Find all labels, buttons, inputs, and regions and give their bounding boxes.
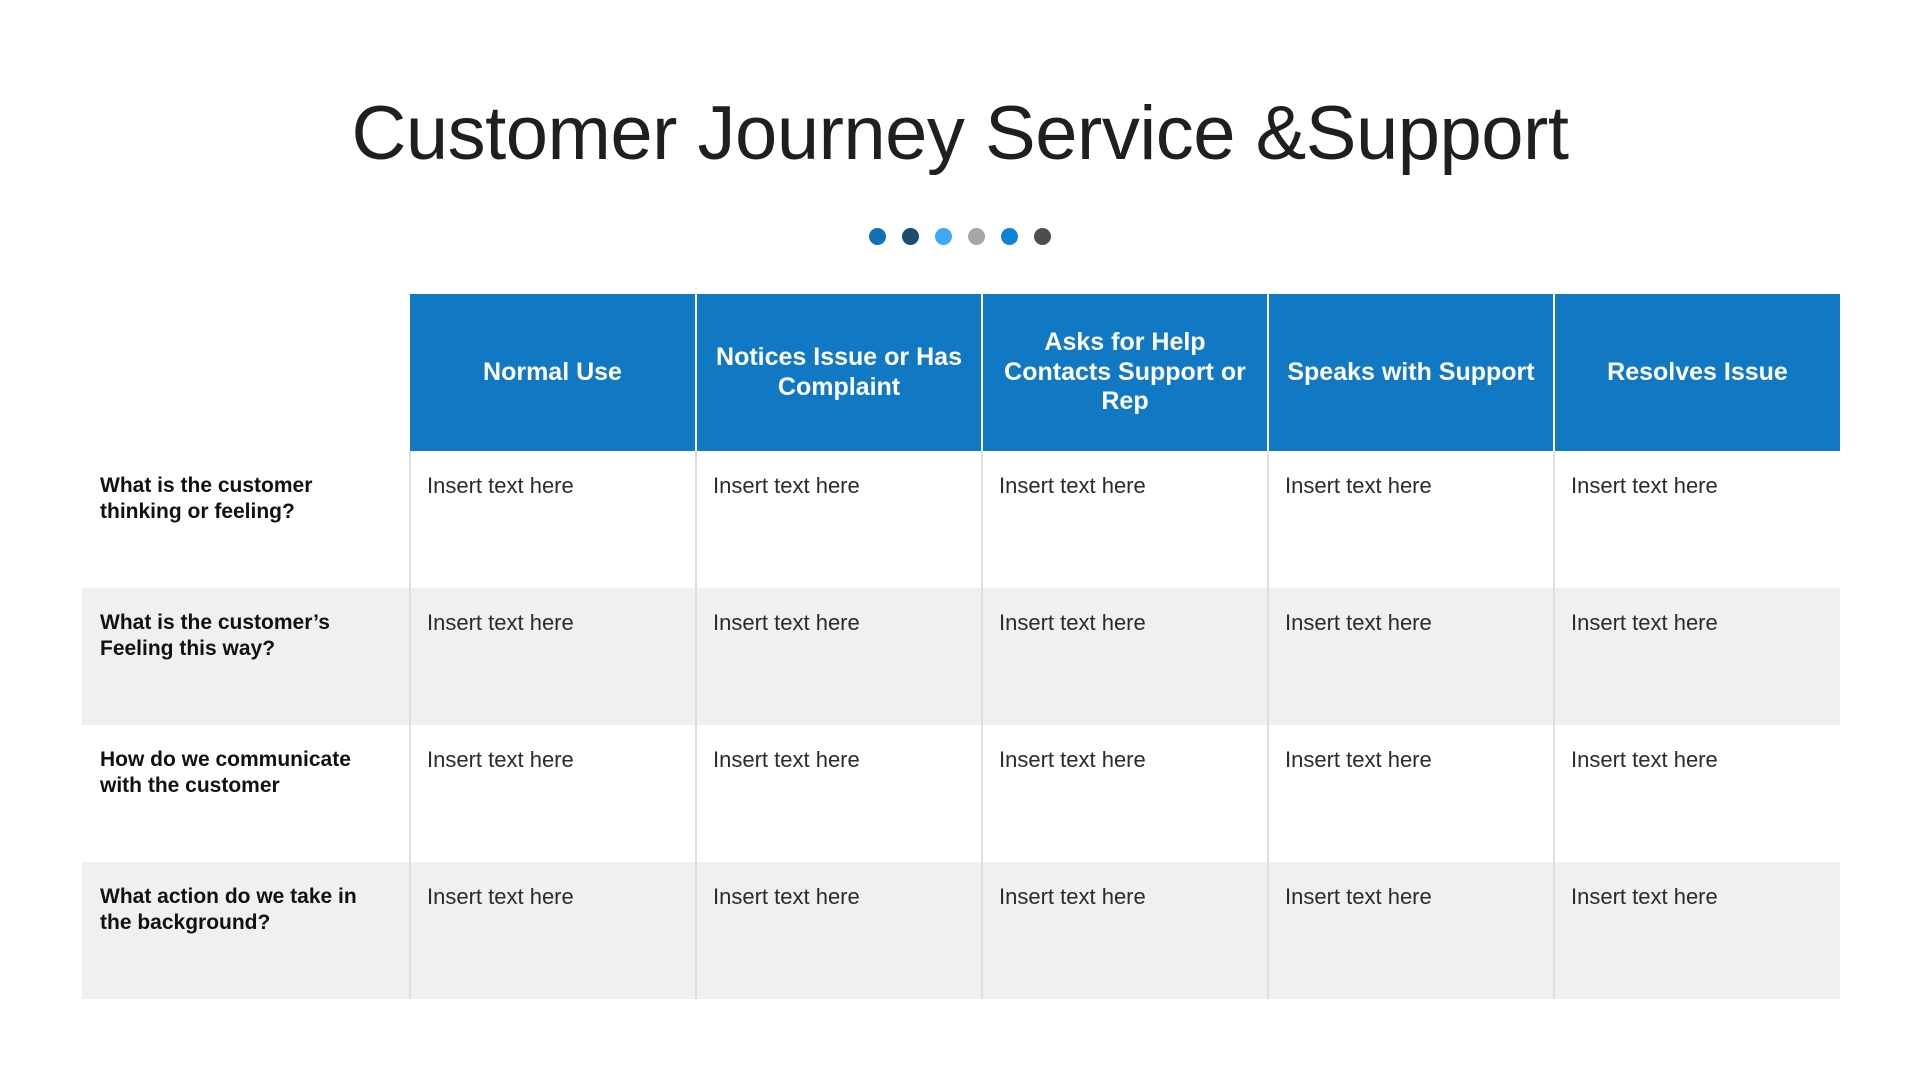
- cell-r3c1[interactable]: Insert text here: [410, 725, 697, 862]
- table-row: What action do we take in the background…: [82, 862, 1840, 999]
- row-label-1: What is the customer thinking or feeling…: [82, 451, 411, 588]
- row-label-2: What is the customer’s Feeling this way?: [82, 588, 411, 725]
- cell-r1c3[interactable]: Insert text here: [982, 451, 1269, 588]
- row-label-3: How do we communicate with the customer: [82, 725, 411, 862]
- page-title: Customer Journey Service &Support: [351, 91, 1569, 176]
- table-corner-cell: [82, 294, 410, 451]
- cell-r4c3[interactable]: Insert text here: [982, 862, 1269, 999]
- dot-5: [1001, 228, 1018, 245]
- column-header-stage-2: Notices Issue or Has Complaint: [696, 294, 983, 451]
- cell-r2c5[interactable]: Insert text here: [1554, 588, 1840, 725]
- row-label-4: What action do we take in the background…: [82, 862, 411, 999]
- header-row: Normal Use Notices Issue or Has Complain…: [82, 294, 1840, 451]
- cell-r1c1[interactable]: Insert text here: [410, 451, 697, 588]
- cell-r1c4[interactable]: Insert text here: [1268, 451, 1555, 588]
- cell-r3c5[interactable]: Insert text here: [1554, 725, 1840, 862]
- dot-3: [935, 228, 952, 245]
- slide-canvas: Customer Journey Service &Support Normal…: [0, 0, 1920, 1080]
- cell-r3c3[interactable]: Insert text here: [982, 725, 1269, 862]
- cell-r2c1[interactable]: Insert text here: [410, 588, 697, 725]
- table-header: Normal Use Notices Issue or Has Complain…: [82, 294, 1840, 451]
- column-header-stage-4: Speaks with Support: [1268, 294, 1555, 451]
- cell-r4c1[interactable]: Insert text here: [410, 862, 697, 999]
- column-header-stage-1: Normal Use: [410, 294, 697, 451]
- dot-4: [968, 228, 985, 245]
- dot-1: [869, 228, 886, 245]
- column-header-stage-3: Asks for Help Contacts Support or Rep: [982, 294, 1269, 451]
- cell-r4c5[interactable]: Insert text here: [1554, 862, 1840, 999]
- cell-r2c2[interactable]: Insert text here: [696, 588, 983, 725]
- dot-6: [1034, 228, 1051, 245]
- cell-r3c2[interactable]: Insert text here: [696, 725, 983, 862]
- cell-r2c4[interactable]: Insert text here: [1268, 588, 1555, 725]
- cell-r4c2[interactable]: Insert text here: [696, 862, 983, 999]
- table-row: What is the customer thinking or feeling…: [82, 451, 1840, 588]
- table-body: What is the customer thinking or feeling…: [82, 451, 1840, 999]
- cell-r4c4[interactable]: Insert text here: [1268, 862, 1555, 999]
- dot-indicator-row: [0, 228, 1920, 245]
- dot-2: [902, 228, 919, 245]
- column-header-stage-5: Resolves Issue: [1554, 294, 1840, 451]
- cell-r1c5[interactable]: Insert text here: [1554, 451, 1840, 588]
- cell-r3c4[interactable]: Insert text here: [1268, 725, 1555, 862]
- table-row: How do we communicate with the customer …: [82, 725, 1840, 862]
- cell-r2c3[interactable]: Insert text here: [982, 588, 1269, 725]
- customer-journey-table: Normal Use Notices Issue or Has Complain…: [82, 294, 1840, 999]
- cell-r1c2[interactable]: Insert text here: [696, 451, 983, 588]
- table-row: What is the customer’s Feeling this way?…: [82, 588, 1840, 725]
